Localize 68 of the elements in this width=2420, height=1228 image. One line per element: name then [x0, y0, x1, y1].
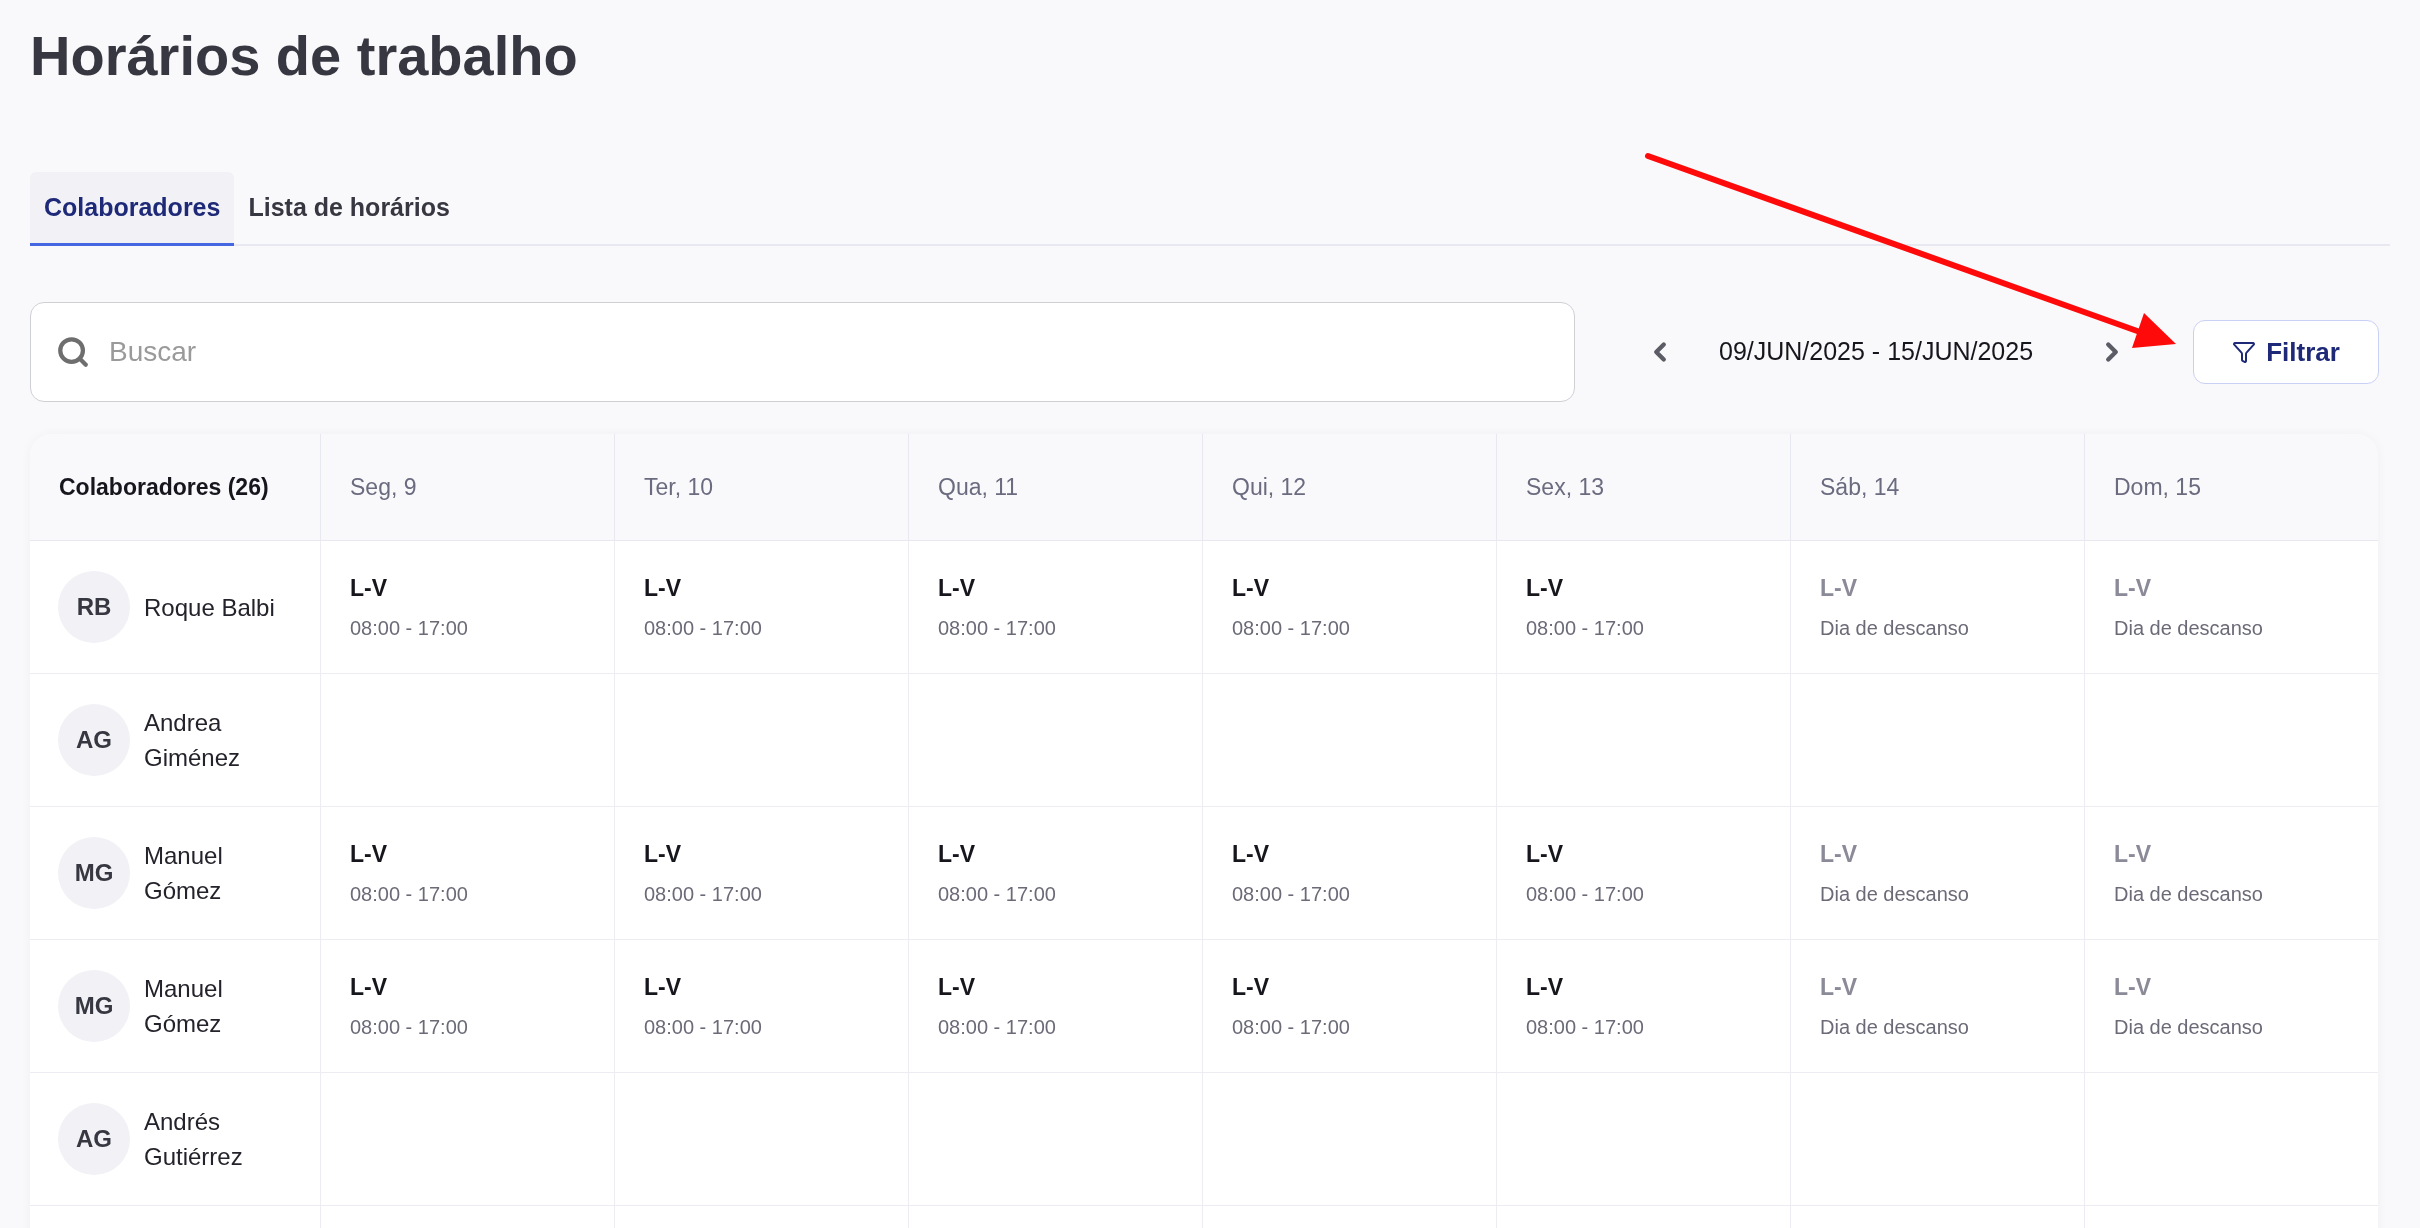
shift-name: L-V [2114, 839, 2152, 869]
shift-hours: Dia de descanso [1820, 882, 1969, 908]
shift-name: L-V [1526, 573, 1564, 603]
search-field[interactable]: Buscar [30, 302, 1575, 402]
shift-hours: 08:00 - 17:00 [644, 616, 762, 642]
column-header: Sex, 13 [1526, 472, 1604, 502]
shift-hours: 08:00 - 17:00 [1232, 1015, 1350, 1041]
avatar: AG [58, 1103, 130, 1175]
column-header: Qui, 12 [1232, 472, 1307, 502]
shift-hours: 08:00 - 17:00 [938, 882, 1056, 908]
column-header: Sáb, 14 [1820, 472, 1900, 502]
shift-name: L-V [644, 972, 682, 1002]
shift-name: L-V [1820, 972, 1858, 1002]
column-header: Seg, 9 [350, 472, 417, 502]
shift-name: L-V [1526, 972, 1564, 1002]
shift-name: L-V [644, 839, 682, 869]
employee-name: Manuel Gómez [144, 841, 224, 906]
shift-hours: Dia de descanso [2114, 616, 2263, 642]
shift-hours: 08:00 - 17:00 [1526, 616, 1644, 642]
shift-name: L-V [350, 972, 388, 1002]
column-header: Dom, 15 [2114, 472, 2201, 502]
shift-name: L-V [1820, 839, 1858, 869]
shift-hours: 08:00 - 17:00 [1526, 1015, 1644, 1041]
shift-hours: 08:00 - 17:00 [644, 1015, 762, 1041]
shift-hours: 08:00 - 17:00 [644, 882, 762, 908]
shift-name: L-V [2114, 972, 2152, 1002]
page-title: Horários de trabalho [30, 23, 578, 89]
shift-name: L-V [350, 573, 388, 603]
shift-hours: 08:00 - 17:00 [350, 882, 468, 908]
avatar: MG [58, 837, 130, 909]
shift-name: L-V [2114, 573, 2152, 603]
shift-hours: 08:00 - 17:00 [938, 1015, 1056, 1041]
shift-name: L-V [1232, 839, 1270, 869]
employee-name: Andrea Giménez [144, 708, 242, 773]
shift-hours: Dia de descanso [1820, 616, 1969, 642]
employee-name: Andrés Gutiérrez [144, 1107, 244, 1172]
shift-hours: 08:00 - 17:00 [1232, 882, 1350, 908]
avatar: MG [58, 970, 130, 1042]
shift-hours: 08:00 - 17:00 [350, 1015, 468, 1041]
shift-name: L-V [938, 972, 976, 1002]
shift-name: L-V [938, 573, 976, 603]
shift-hours: Dia de descanso [2114, 1015, 2263, 1041]
tab[interactable]: Lista de horários [234, 172, 464, 246]
filter-icon [2232, 340, 2257, 364]
filter-button[interactable]: Filtrar [2193, 320, 2380, 384]
shift-name: L-V [1232, 972, 1270, 1002]
tab[interactable]: Colaboradores [30, 172, 235, 246]
employee-name: Manuel Gómez [144, 974, 224, 1039]
date-range: 09/JUN/2025 - 15/JUN/2025 [1719, 336, 2034, 368]
shift-name: L-V [1820, 573, 1858, 603]
shift-hours: 08:00 - 17:00 [350, 616, 468, 642]
column-header: Ter, 10 [644, 472, 714, 502]
shift-name: L-V [644, 573, 682, 603]
avatar: RB [58, 571, 130, 643]
employee-name: Roque Balbi [144, 592, 276, 623]
shift-hours: 08:00 - 17:00 [1526, 882, 1644, 908]
shift-hours: 08:00 - 17:00 [1232, 616, 1350, 642]
column-header: Colaboradores (26) [59, 472, 269, 502]
search-icon [56, 335, 90, 369]
shift-name: L-V [1526, 839, 1564, 869]
shift-hours: 08:00 - 17:00 [938, 616, 1056, 642]
shift-hours: Dia de descanso [1820, 1015, 1969, 1041]
shift-name: L-V [1232, 573, 1270, 603]
shift-name: L-V [938, 839, 976, 869]
shift-name: L-V [350, 839, 388, 869]
avatar: AG [58, 704, 130, 776]
column-header: Qua, 11 [938, 472, 1019, 502]
shift-hours: Dia de descanso [2114, 882, 2263, 908]
